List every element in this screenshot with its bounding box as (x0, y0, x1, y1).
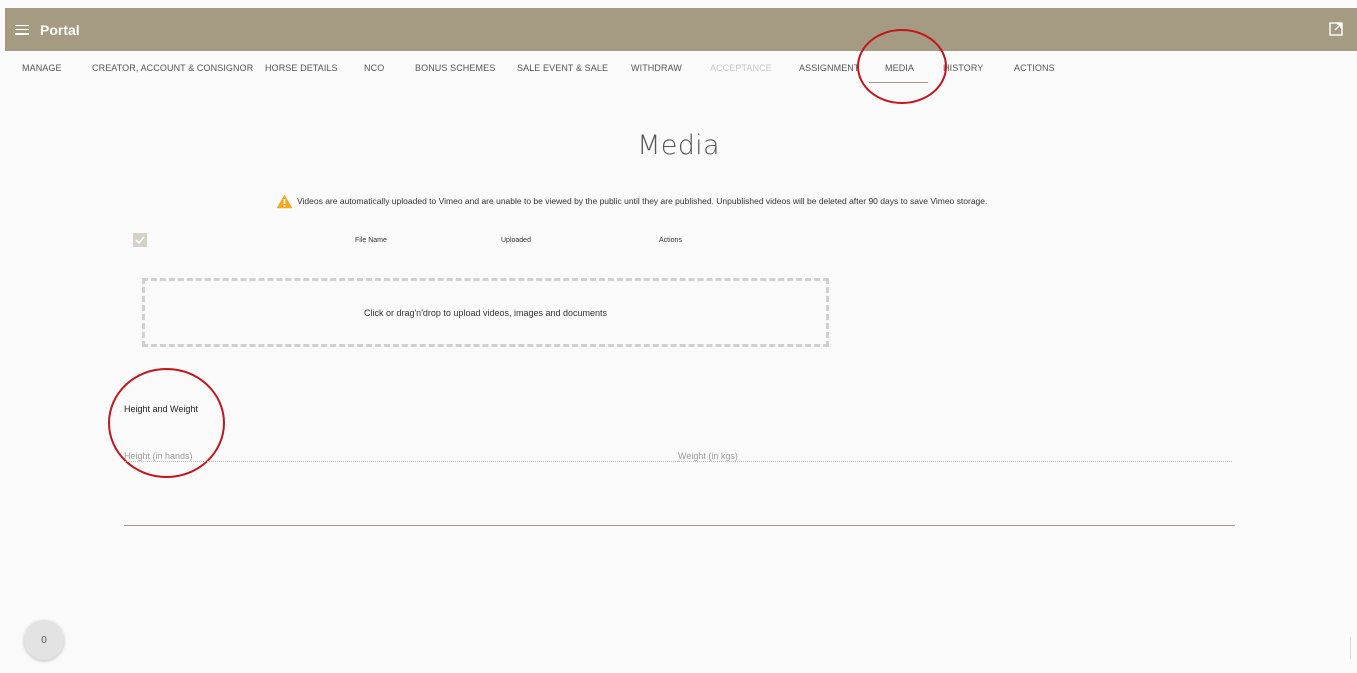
upload-dropzone[interactable]: Click or drag'n'drop to upload videos, i… (142, 278, 829, 347)
height-field-wrapper (124, 446, 678, 462)
tab-manage[interactable]: MANAGE (22, 63, 62, 73)
tab-horse-details[interactable]: HORSE DETAILS (265, 63, 338, 73)
tab-nco[interactable]: NCO (364, 63, 384, 73)
tab-bonus-schemes[interactable]: BONUS SCHEMES (415, 63, 495, 73)
notice-text: Videos are automatically uploaded to Vim… (297, 196, 988, 206)
column-header-actions: Actions (659, 237, 682, 244)
floating-count-button[interactable]: 0 (24, 620, 64, 660)
corner-edge (1350, 637, 1357, 659)
column-header-file-name[interactable]: File Name (355, 237, 387, 244)
tab-history[interactable]: HISTORY (943, 63, 983, 73)
active-tab-indicator (869, 82, 928, 83)
vimeo-notice: Videos are automatically uploaded to Vim… (276, 193, 987, 209)
height-input[interactable] (124, 451, 678, 461)
tab-bar: MANAGE CREATOR, ACCOUNT & CONSIGNOR HORS… (0, 51, 1357, 83)
fab-count: 0 (41, 634, 47, 646)
tab-assignment[interactable]: ASSIGNMENT (799, 63, 860, 73)
top-app-bar: Portal (5, 8, 1357, 51)
select-all-checkbox[interactable] (133, 233, 147, 247)
check-icon (135, 236, 145, 244)
weight-field-wrapper (678, 446, 1232, 462)
weight-input[interactable] (678, 451, 1232, 461)
column-header-uploaded[interactable]: Uploaded (501, 237, 531, 244)
page-title: Media (637, 130, 720, 161)
tab-withdraw[interactable]: WITHDRAW (631, 63, 682, 73)
tab-acceptance: ACCEPTANCE (710, 63, 772, 73)
app-title: Portal (40, 21, 80, 38)
tab-sale-event-sale[interactable]: SALE EVENT & SALE (517, 63, 608, 73)
hamburger-menu-icon[interactable] (15, 24, 29, 35)
tab-media[interactable]: MEDIA (885, 63, 914, 73)
height-weight-title: Height and Weight (124, 404, 198, 414)
tab-actions[interactable]: ACTIONS (1014, 63, 1055, 73)
section-divider (124, 525, 1235, 526)
tab-creator-account-consignor[interactable]: CREATOR, ACCOUNT & CONSIGNOR (92, 63, 253, 73)
dropzone-label: Click or drag'n'drop to upload videos, i… (363, 307, 608, 318)
warning-icon (276, 194, 293, 208)
open-in-new-icon[interactable] (1329, 22, 1343, 36)
